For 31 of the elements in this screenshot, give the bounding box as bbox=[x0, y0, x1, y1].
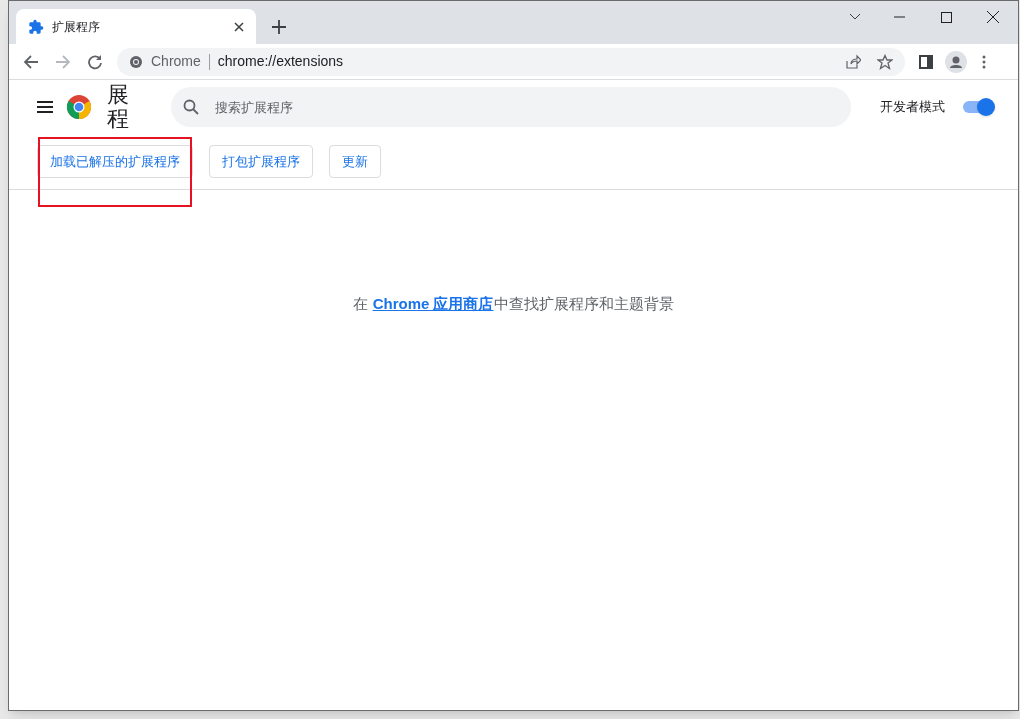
puzzle-icon bbox=[28, 18, 44, 35]
chrome-logo-icon bbox=[67, 95, 91, 119]
action-button[interactable]: 打包扩展程序 bbox=[209, 145, 313, 178]
share-icon[interactable] bbox=[845, 53, 861, 70]
store-link[interactable]: Chrome 应用商店 bbox=[372, 295, 494, 312]
close-icon[interactable] bbox=[987, 11, 999, 23]
site-label: Chrome bbox=[151, 52, 201, 71]
back-icon[interactable] bbox=[23, 53, 39, 70]
action-button[interactable]: 加载已解压的扩展程序 bbox=[37, 145, 193, 178]
search-icon bbox=[183, 99, 199, 115]
reload-icon[interactable] bbox=[87, 53, 103, 70]
avatar-icon[interactable] bbox=[945, 50, 967, 73]
new-tab-icon[interactable] bbox=[272, 20, 286, 34]
address-bar[interactable]: Chrome chrome://extensions bbox=[117, 47, 905, 76]
menu-icon[interactable] bbox=[37, 101, 53, 113]
star-icon[interactable] bbox=[877, 53, 893, 70]
browser-tab[interactable]: 扩展程序 bbox=[16, 9, 256, 44]
action-button[interactable]: 更新 bbox=[329, 145, 381, 178]
chevron-down-icon[interactable] bbox=[849, 13, 861, 21]
maximize-icon[interactable] bbox=[941, 11, 952, 23]
url-text: chrome://extensions bbox=[217, 52, 345, 71]
side-panel-icon[interactable] bbox=[919, 54, 933, 69]
developer-mode-label: 开发者模式 bbox=[880, 98, 945, 117]
menu-icon[interactable] bbox=[982, 54, 986, 69]
search-field[interactable]: 搜索扩展程序 bbox=[171, 87, 851, 127]
page-title: 展程 bbox=[107, 82, 129, 132]
developer-mode-toggle[interactable] bbox=[963, 98, 995, 116]
tab-title: 扩展程序 bbox=[52, 18, 101, 36]
chrome-icon bbox=[129, 54, 143, 69]
close-icon[interactable] bbox=[234, 21, 244, 32]
empty-state-message: 在 Chrome 应用商店中查找扩展程序和主题背景 bbox=[353, 294, 674, 314]
